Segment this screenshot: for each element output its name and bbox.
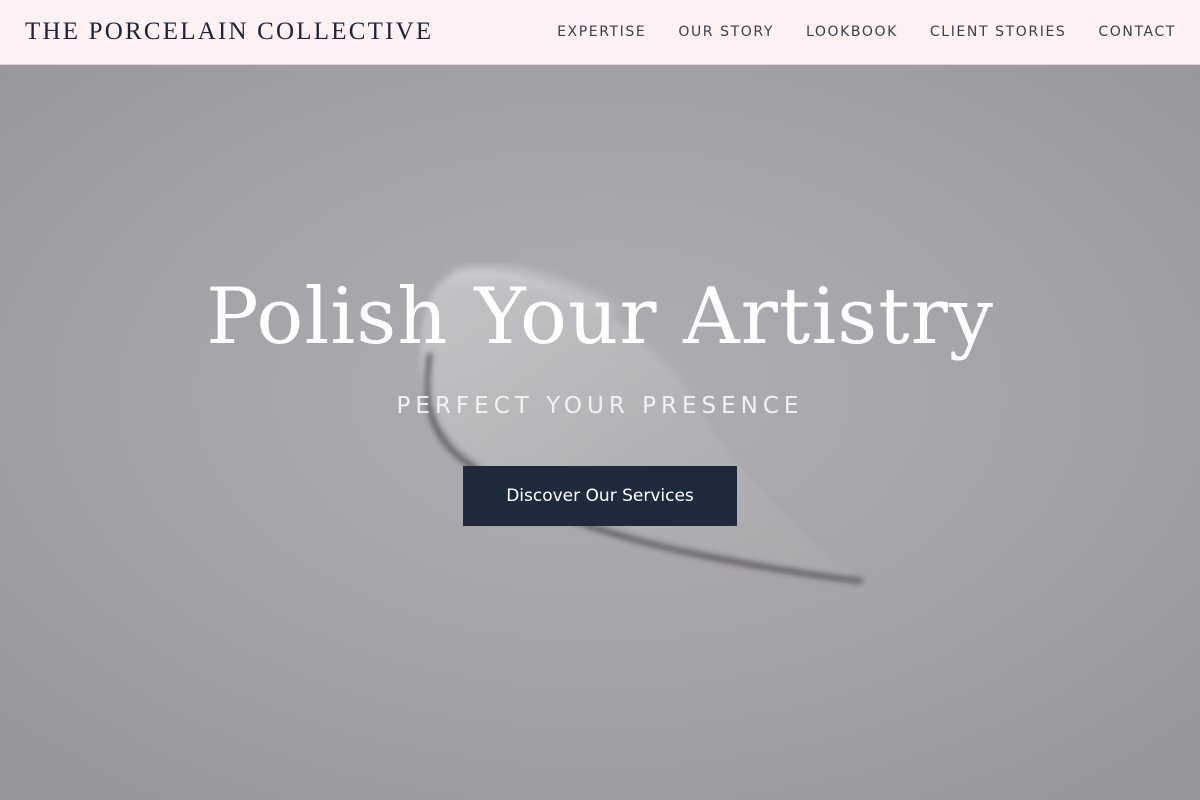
- hero-section: Polish Your Artistry PERFECT YOUR PRESEN…: [0, 65, 1200, 800]
- nav-link-contact[interactable]: CONTACT: [1098, 24, 1176, 40]
- hero-content: Polish Your Artistry PERFECT YOUR PRESEN…: [0, 65, 1200, 800]
- brand-logo[interactable]: THE PORCELAIN COLLECTIVE: [25, 18, 433, 46]
- nav-link-our-story[interactable]: OUR STORY: [678, 24, 774, 40]
- nav-item: CLIENT STORIES: [930, 23, 1066, 41]
- main-nav: EXPERTISE OUR STORY LOOKBOOK CLIENT STOR…: [557, 23, 1176, 41]
- site-header: THE PORCELAIN COLLECTIVE EXPERTISE OUR S…: [0, 0, 1200, 65]
- nav-link-client-stories[interactable]: CLIENT STORIES: [930, 24, 1066, 40]
- nav-item: CONTACT: [1098, 23, 1176, 41]
- nav-link-expertise[interactable]: EXPERTISE: [557, 24, 646, 40]
- nav-item: EXPERTISE: [557, 23, 646, 41]
- discover-services-button[interactable]: Discover Our Services: [463, 466, 737, 526]
- nav-item: OUR STORY: [678, 23, 774, 41]
- hero-title: Polish Your Artistry: [206, 272, 994, 362]
- nav-item: LOOKBOOK: [806, 23, 898, 41]
- nav-list: EXPERTISE OUR STORY LOOKBOOK CLIENT STOR…: [557, 23, 1176, 41]
- nav-link-lookbook[interactable]: LOOKBOOK: [806, 24, 898, 40]
- hero-subtitle: PERFECT YOUR PRESENCE: [396, 393, 804, 419]
